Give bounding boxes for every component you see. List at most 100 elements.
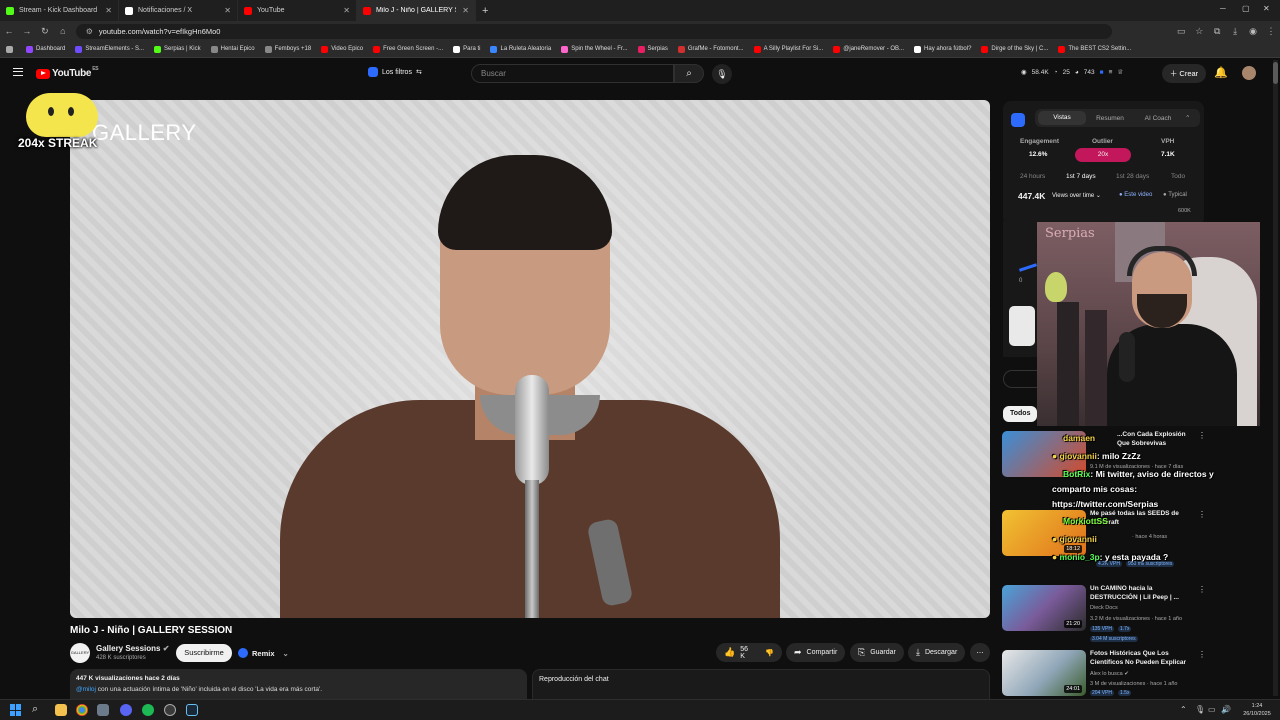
chip-todos[interactable]: Todos	[1003, 406, 1038, 422]
back-icon[interactable]: ←	[0, 26, 18, 36]
steam-icon[interactable]	[186, 704, 198, 716]
save-button[interactable]: ⎘ Guardar	[850, 643, 904, 662]
apps-grid-icon[interactable]	[6, 45, 16, 53]
download-button[interactable]: ⤓ Descargar	[908, 643, 966, 662]
bookmark-item[interactable]: Dirge of the Sky | C...	[981, 45, 1048, 53]
bookmark-item[interactable]: Serpias	[637, 45, 668, 53]
maximize-icon[interactable]: ▢	[1242, 4, 1250, 13]
tab-close-icon[interactable]: ✕	[105, 6, 112, 15]
trophy-icon[interactable]: ♕	[1117, 68, 1123, 76]
profile-icon[interactable]: ◉	[1244, 26, 1262, 37]
home-icon[interactable]: ⌂	[54, 26, 72, 36]
rec-menu-icon[interactable]: ⋮	[1198, 650, 1206, 659]
bookmark-item[interactable]: Spin the Wheel - Fr...	[561, 45, 628, 53]
range-option[interactable]: 1st 7 days	[1066, 173, 1096, 180]
range-option[interactable]: Todo	[1171, 173, 1185, 180]
video-player[interactable]: GALLERY	[70, 100, 990, 618]
spotify-icon[interactable]	[142, 704, 154, 716]
search-button[interactable]: ⌕	[674, 64, 704, 83]
recommended-video[interactable]: 21:20 Un CAMINO hacia la DESTRUCCIÓN | L…	[1002, 585, 1206, 647]
scrollbar-thumb[interactable]	[1273, 62, 1278, 84]
bookmark-item[interactable]: The BEST CS2 Settin...	[1058, 45, 1131, 53]
search-input[interactable]: Buscar	[471, 64, 674, 83]
new-tab-icon[interactable]: +	[482, 5, 488, 17]
extensions-icon[interactable]: ⧉	[1208, 26, 1226, 37]
bookmark-item[interactable]: Femboys +18	[264, 45, 311, 53]
bookmark-item[interactable]: Dashboard	[26, 45, 65, 53]
download-icon[interactable]: ⤓	[1226, 26, 1244, 37]
page-scrollbar[interactable]	[1273, 60, 1278, 696]
menu-dots-icon[interactable]: ⋮	[1262, 26, 1280, 37]
tab-milo-j-video[interactable]: Milo J - Niño | GALLERY SE... ✕	[357, 0, 476, 21]
bookmark-item[interactable]: Free Green Screen -...	[373, 45, 443, 53]
tray-chevron-icon[interactable]: ⌃	[1180, 705, 1187, 714]
discord-icon[interactable]	[120, 704, 132, 716]
video-thumbnail[interactable]: 24:01	[1002, 650, 1086, 696]
tab-notificaciones-x[interactable]: Notificaciones / X ✕	[119, 0, 238, 21]
like-icon[interactable]: 👍	[724, 647, 735, 658]
channel-name[interactable]: Gallery Sessions ✔	[96, 644, 169, 653]
network-icon[interactable]: ▭	[1208, 705, 1216, 714]
obs-icon[interactable]	[164, 704, 176, 716]
rec-channel[interactable]: Dieck Docs	[1090, 605, 1118, 611]
chart-button[interactable]	[1009, 306, 1035, 346]
filters-button[interactable]: Los filtros ⇆	[368, 67, 422, 77]
rec-menu-icon[interactable]: ⋮	[1198, 510, 1206, 519]
subscribe-button[interactable]: Suscribirme	[176, 644, 232, 662]
account-avatar[interactable]	[1242, 66, 1256, 80]
bookmark-item[interactable]: A Silly Playlist For Si...	[753, 45, 823, 53]
chrome-icon[interactable]	[76, 704, 88, 716]
list-icon[interactable]: ≡	[1109, 69, 1113, 76]
bookmark-item[interactable]: Hentai Epico	[210, 45, 255, 53]
file-explorer-icon[interactable]	[55, 704, 67, 716]
bookmark-item[interactable]: StreamElements - S...	[75, 45, 144, 53]
tab-youtube[interactable]: YouTube ✕	[238, 0, 357, 21]
rec-menu-icon[interactable]: ⋮	[1198, 431, 1206, 440]
windows-start-icon[interactable]	[10, 704, 22, 716]
panel-bottom-pill[interactable]	[1003, 370, 1037, 388]
create-button[interactable]: ＋ Crear	[1162, 64, 1206, 83]
url-field[interactable]: ⚙ youtube.com/watch?v=efIkgHn6Mo0	[75, 23, 1113, 39]
recommended-video[interactable]: 24:01 Fotos Históricas Que Los Científic…	[1002, 650, 1206, 696]
bookmark-item[interactable]: Video Epico	[321, 45, 363, 53]
hamburger-menu-icon[interactable]	[13, 68, 23, 76]
task-view-icon[interactable]	[97, 704, 109, 716]
bookmark-item[interactable]: Para ti	[453, 45, 480, 53]
tab-close-icon[interactable]: ✕	[224, 6, 231, 15]
cast-icon[interactable]: ▭	[1172, 26, 1190, 37]
youtube-logo[interactable]: YouTube ES	[36, 66, 99, 79]
volume-icon[interactable]: 🔊	[1221, 705, 1231, 714]
views-mode-select[interactable]: Views over time ⌄	[1052, 192, 1101, 199]
rec-menu-icon[interactable]: ⋮	[1198, 585, 1206, 594]
mention-link[interactable]: @miloj	[76, 686, 96, 693]
bookmark-item[interactable]: Hay ahora fútbol?	[914, 45, 971, 53]
rec-channel[interactable]: Alex lo busca ✔	[1090, 671, 1129, 677]
bookmark-star-icon[interactable]: ☆	[1190, 26, 1208, 37]
like-count[interactable]: 56 K	[740, 646, 753, 660]
remix-button[interactable]: Remix ⌄	[238, 644, 289, 662]
site-info-icon[interactable]: ⚙	[86, 27, 93, 36]
tab-vistas[interactable]: Vistas	[1038, 111, 1086, 125]
close-window-icon[interactable]: ✕	[1263, 4, 1270, 13]
bookmark-item[interactable]: La Ruleta Aleatoria	[490, 45, 551, 53]
bookmark-item[interactable]: GrafMe - Fotomont...	[677, 45, 744, 53]
notifications-bell-icon[interactable]: 🔔	[1214, 66, 1228, 79]
collapse-chevron-icon[interactable]: ⌃	[1185, 114, 1190, 122]
search-icon[interactable]: ⌕	[32, 703, 38, 716]
bookmark-item[interactable]: @janeRemover - OB...	[833, 45, 904, 53]
tab-ai-coach[interactable]: AI Coach	[1134, 115, 1182, 122]
bookmark-item[interactable]: Serpias | Kick	[154, 45, 201, 53]
dislike-icon[interactable]: 👎	[765, 649, 774, 657]
channel-avatar[interactable]: GALLERY	[70, 643, 90, 663]
reload-icon[interactable]: ↻	[36, 26, 54, 37]
more-actions-button[interactable]: ⋯	[970, 643, 990, 662]
forward-icon[interactable]: →	[18, 26, 36, 36]
tab-resumen[interactable]: Resumen	[1086, 115, 1134, 122]
tab-close-icon[interactable]: ✕	[462, 6, 469, 15]
microphone-tray-icon[interactable]: 🎙	[1195, 705, 1205, 714]
tab-kick-dashboard[interactable]: Stream - Kick Dashboard ✕	[0, 0, 119, 21]
range-option[interactable]: 24 hours	[1020, 173, 1045, 180]
share-button[interactable]: ➦ Compartir	[786, 643, 846, 662]
range-option[interactable]: 1st 28 days	[1116, 173, 1149, 180]
vidiq-badge-icon[interactable]: ■	[1100, 69, 1104, 76]
